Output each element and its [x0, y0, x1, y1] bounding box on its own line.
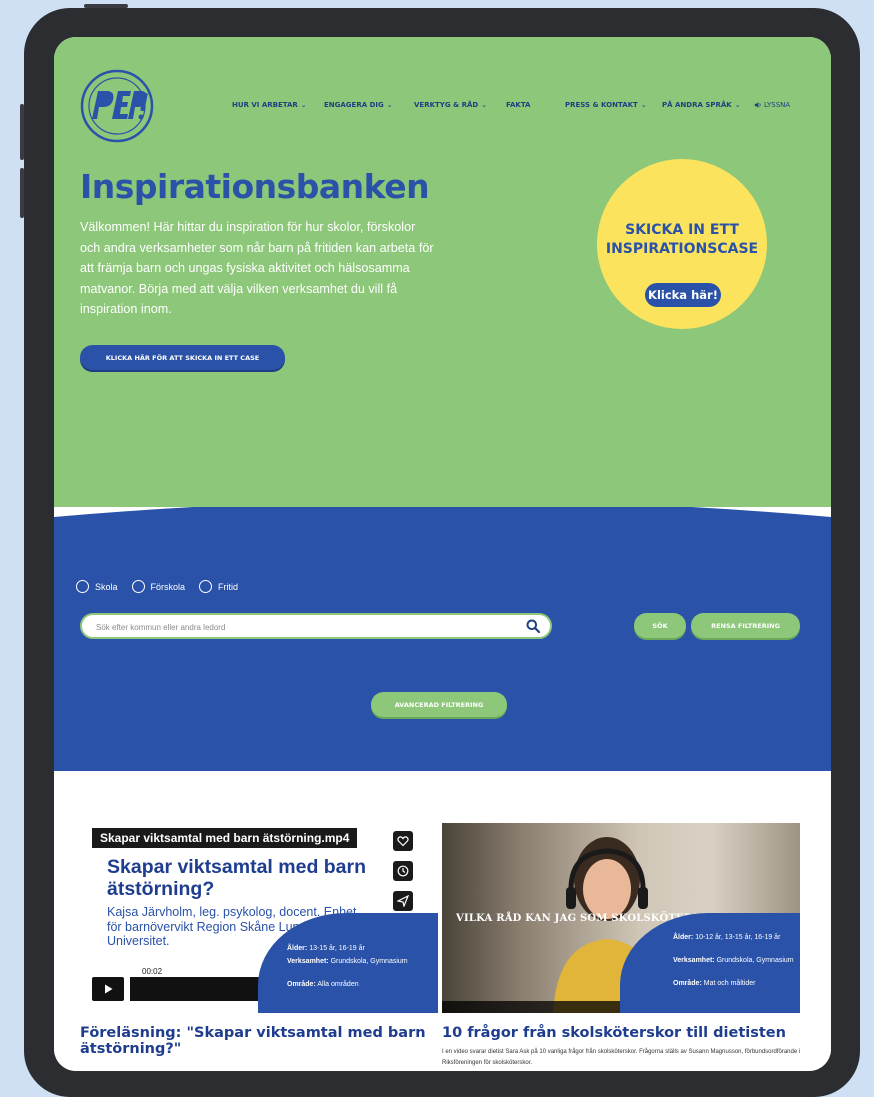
nav-item-label: HUR VI ARBETAR	[232, 101, 298, 109]
search-box	[80, 613, 552, 639]
clear-filter-button[interactable]: RENSA FILTRERING	[691, 613, 800, 638]
inspiration-card[interactable]: Skapar viktsamtal med barn ätstörning.mp…	[80, 823, 438, 1013]
meta-value: 13-15 år, 16-19 år	[309, 945, 365, 952]
nav-item-fakta[interactable]: FAKTA	[506, 97, 530, 113]
card-meta-age: Ålder: 13-15 år, 16-19 år	[287, 944, 437, 954]
card-meta-area: Område: Mat och måltider	[673, 979, 799, 989]
radio-label: Förskola	[150, 581, 186, 592]
meta-label: Verksamhet:	[673, 957, 715, 964]
listen-label: LYSSNA	[764, 101, 791, 109]
search-icon[interactable]	[526, 619, 540, 633]
share-icon[interactable]	[393, 891, 413, 911]
card-meta-org: Verksamhet: Grundskola, Gymnasium	[287, 957, 437, 967]
page-title: Inspirationsbanken	[80, 167, 430, 206]
chevron-down-icon: ⌄	[640, 101, 647, 109]
meta-label: Område:	[287, 981, 316, 988]
card-title-link[interactable]: Föreläsning: "Skapar viktsamtal med barn…	[80, 1025, 430, 1057]
meta-value: Grundskola, Gymnasium	[330, 958, 408, 965]
submit-case-button[interactable]: KLICKA HÄR FÖR ATT SKICKA IN ETT CASE	[80, 345, 285, 370]
chevron-down-icon: ⌄	[300, 101, 307, 109]
meta-label: Ålder:	[673, 934, 694, 941]
meta-value: 10-12 år, 13-15 år, 16-19 år	[695, 934, 781, 941]
callout-heading: SKICKA IN ETT INSPIRATIONSCASE	[605, 222, 759, 257]
inspiration-card[interactable]: VILKA RÅD KAN JAG SOM SKOLSKÖTERSKA Ålde…	[442, 823, 800, 1013]
chevron-down-icon: ⌄	[481, 101, 488, 109]
nav-item-press-kontakt[interactable]: PRESS & KONTAKT ⌄	[565, 97, 647, 113]
card-description: I en video svarar dietist Sara Ask på 10…	[442, 1049, 801, 1066]
heart-icon[interactable]	[393, 831, 413, 851]
video-title-bar: Skapar viktsamtal med barn ätstörning.mp…	[92, 828, 358, 848]
chevron-down-icon: ⌄	[386, 101, 393, 109]
meta-value: Alla områden	[317, 981, 359, 988]
nav-item-pa-andra-sprak[interactable]: PÅ ANDRA SPRÅK ⌄	[662, 97, 741, 113]
radio-label: Fritid	[218, 581, 239, 592]
card-meta-area: Område: Alla områden	[287, 980, 437, 990]
submit-case-callout: SKICKA IN ETT INSPIRATIONSCASE Klicka hä…	[597, 159, 767, 329]
tablet-side-button	[20, 168, 24, 218]
radio-circle[interactable]	[131, 580, 145, 593]
search-input[interactable]	[94, 615, 518, 639]
meta-label: Verksamhet:	[287, 958, 329, 965]
listen-button[interactable]: LYSSNA	[754, 97, 790, 113]
nav-item-label: PÅ ANDRA SPRÅK	[662, 101, 732, 109]
nav-item-label: VERKTYG & RÅD	[414, 101, 479, 109]
advanced-filter-button[interactable]: AVANCERAD FILTRERING	[371, 692, 507, 717]
play-button[interactable]	[92, 977, 124, 1001]
meta-label: Område:	[673, 980, 702, 987]
meta-value: Mat och måltider	[703, 980, 756, 987]
search-button[interactable]: SÖK	[634, 613, 686, 638]
browser-screen: HUR VI ARBETAR ⌄ ENGAGERA DIG ⌄ VERKTYG …	[54, 37, 831, 1071]
tablet-top-button	[84, 4, 128, 8]
clock-icon[interactable]	[393, 861, 413, 881]
radio-circle[interactable]	[76, 580, 89, 593]
radio-circle[interactable]	[199, 580, 213, 593]
meta-value: Grundskola, Gymnasium	[716, 957, 794, 964]
video-slide-heading: Skapar viktsamtal med barn ätstörning?	[107, 856, 367, 900]
radio-fritid[interactable]: Fritid	[199, 580, 238, 593]
chevron-down-icon: ⌄	[734, 101, 741, 109]
generation-pep-logo[interactable]	[78, 67, 156, 145]
nav-item-hur-vi-arbetar[interactable]: HUR VI ARBETAR ⌄	[232, 97, 307, 113]
nav-item-label: ENGAGERA DIG	[324, 101, 384, 109]
radio-skola[interactable]: Skola	[76, 580, 118, 593]
activity-radio-group: Skola Förskola Fritid	[76, 580, 252, 593]
radio-forskola[interactable]: Förskola	[131, 580, 186, 593]
video-time: 00:02	[142, 967, 163, 976]
nav-item-label: FAKTA	[506, 101, 531, 109]
speaker-icon	[754, 102, 761, 108]
nav-item-verktyg-rad[interactable]: VERKTYG & RÅD ⌄	[414, 97, 487, 113]
callout-click-here-button[interactable]: Klicka här!	[645, 283, 721, 307]
play-icon	[105, 984, 113, 994]
nav-item-engagera-dig[interactable]: ENGAGERA DIG ⌄	[324, 97, 393, 113]
intro-text: Välkommen! Här hittar du inspiration för…	[80, 220, 434, 316]
card-title-link[interactable]: 10 frågor från skolsköterskor till dieti…	[442, 1025, 812, 1041]
card-meta-age: Ålder: 10-12 år, 13-15 år, 16-19 år	[673, 933, 799, 943]
radio-label: Skola	[95, 581, 118, 592]
card-meta-org: Verksamhet: Grundskola, Gymnasium	[673, 956, 799, 966]
meta-label: Ålder:	[287, 945, 308, 952]
nav-item-label: PRESS & KONTAKT	[565, 101, 638, 109]
tablet-side-button	[20, 104, 24, 160]
